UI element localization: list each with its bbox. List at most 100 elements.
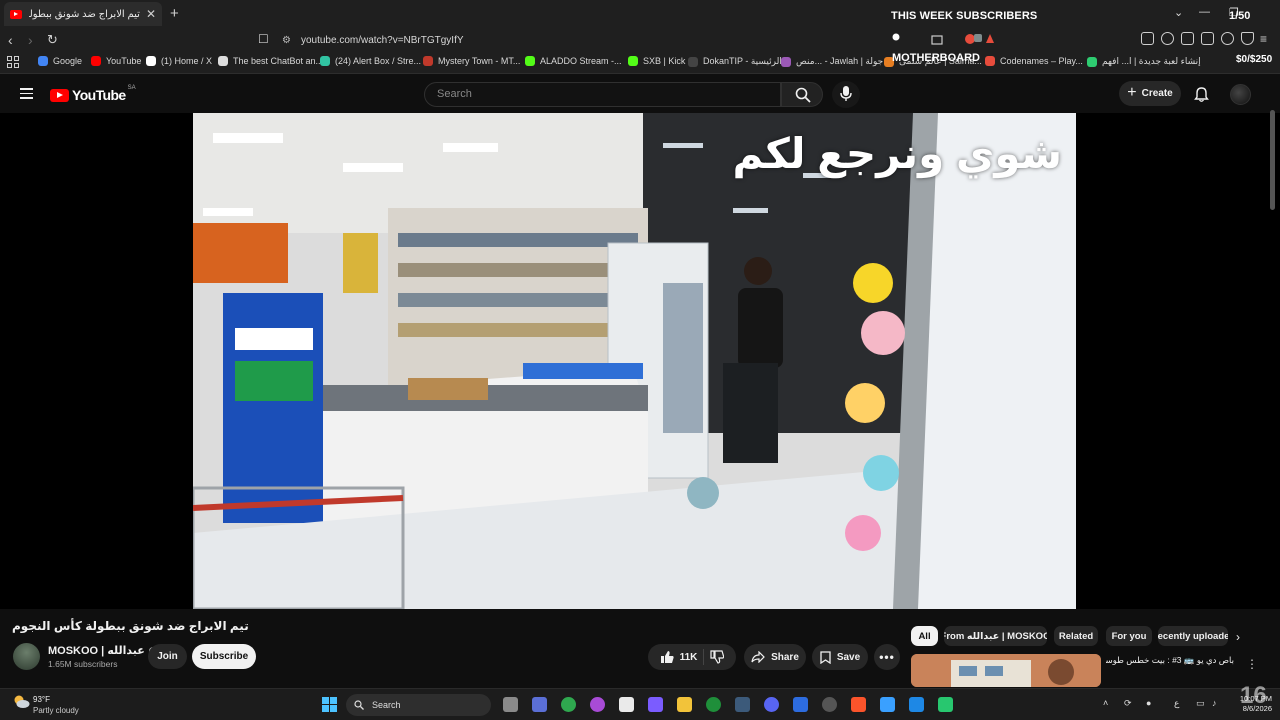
bookmark-icon[interactable]: ☐: [258, 32, 269, 46]
bookmark-item[interactable]: منص... - Jawlah | جولة: [781, 56, 883, 67]
like-dislike-group: 11K: [648, 644, 736, 670]
bookmark-favicon-icon: [628, 56, 638, 66]
bookmark-label: The best ChatBot an...: [233, 56, 324, 66]
bookmark-favicon-icon: [525, 56, 535, 66]
bookmark-item[interactable]: ALADDO Stream -...: [525, 56, 622, 66]
thumbnail-image: [911, 654, 1101, 687]
browser-tab-active[interactable]: تيم الابراج ضد شونق ببطولة كأس ✕: [4, 2, 162, 26]
task-view-icon[interactable]: [503, 697, 518, 712]
create-button[interactable]: + Create: [1119, 81, 1181, 106]
chip-1[interactable]: From عبدالله | MOSKOO: [944, 626, 1047, 646]
new-tab-button[interactable]: +: [170, 5, 179, 22]
like-button[interactable]: 11K: [660, 650, 697, 664]
channel-name-text: MOSKOO | عبدالله: [48, 645, 145, 657]
github-desktop-icon[interactable]: [822, 697, 837, 712]
address-bar[interactable]: ⚙ youtube.com/watch?v=NBrTGTgyIfY: [282, 30, 882, 50]
streamlabs-icon[interactable]: [938, 697, 953, 712]
partly-cloudy-icon[interactable]: [12, 694, 30, 709]
search-icon: [795, 87, 811, 103]
tray-mic-icon[interactable]: ●: [1146, 698, 1151, 708]
chip-2[interactable]: Related: [1054, 626, 1098, 646]
create-label: Create: [1141, 88, 1173, 99]
subscribe-button[interactable]: Subscribe: [192, 644, 256, 669]
chip-0[interactable]: All: [911, 626, 938, 646]
bookmark-item[interactable]: (24) Alert Box / Stre...: [320, 56, 421, 66]
file-explorer-icon[interactable]: [677, 697, 692, 712]
more-horizontal-icon: •••: [879, 650, 895, 664]
bookmark-item[interactable]: SXB | Kick: [628, 56, 685, 66]
more-actions-button[interactable]: •••: [874, 644, 900, 670]
snipping-tool-icon[interactable]: [909, 697, 924, 712]
show-hidden-icons-chevron-icon[interactable]: ˄: [1103, 698, 1108, 708]
dislike-button[interactable]: [710, 650, 725, 664]
close-tab-icon[interactable]: ✕: [146, 7, 156, 21]
tray-sync-icon[interactable]: ⟳: [1124, 698, 1132, 709]
notifications-bell-icon[interactable]: [1194, 87, 1209, 102]
youtube-header: YouTube SA Search + Create: [0, 75, 1280, 113]
forward-button[interactable]: ›: [28, 32, 33, 48]
save-button[interactable]: Save: [812, 644, 868, 670]
channel-name[interactable]: MOSKOO | عبدالله ✓: [48, 644, 157, 657]
store-icon[interactable]: [619, 697, 634, 712]
bookmark-item[interactable]: Google: [38, 56, 82, 66]
steam-icon[interactable]: [735, 697, 750, 712]
start-windows-icon[interactable]: [322, 697, 337, 712]
video-player[interactable]: شوي ونرجع لكم: [0, 113, 1280, 609]
bookmark-item[interactable]: (1) Home / X: [146, 56, 212, 66]
recommended-video-thumbnail[interactable]: [911, 654, 1101, 687]
bookmark-favicon-icon: [218, 56, 228, 66]
recommended-video-title[interactable]: باص دي يو 🚌 3# : بيت خطس طوسا: [1106, 655, 1234, 666]
account-avatar[interactable]: [1230, 84, 1251, 105]
bookmark-label: منص... - Jawlah | جولة: [796, 56, 884, 66]
app-remote-icon[interactable]: [532, 697, 547, 712]
bookmark-item[interactable]: DokanTIP - الرئيسية: [688, 56, 782, 67]
overlay-icons: [892, 33, 994, 45]
discord-icon[interactable]: [764, 697, 779, 712]
search-input[interactable]: Search: [424, 82, 781, 107]
bookmark-item[interactable]: YouTube: [91, 56, 141, 66]
bookmark-label: YouTube: [106, 56, 142, 66]
search-placeholder: Search: [437, 88, 472, 100]
volume-icon[interactable]: ♪: [1212, 698, 1217, 708]
weather-condition: Partly cloudy: [33, 706, 79, 715]
video-frame[interactable]: شوي ونرجع لكم: [193, 113, 1076, 609]
search-button[interactable]: [781, 82, 823, 107]
bookmark-item[interactable]: Mystery Town - MT...: [423, 56, 520, 66]
obs-icon[interactable]: [590, 697, 605, 712]
gamepad-app-icon[interactable]: [648, 697, 663, 712]
grid-app-icon[interactable]: [793, 697, 808, 712]
save-bookmark-icon: [820, 650, 831, 664]
chips-next-arrow-icon[interactable]: ›: [1236, 630, 1240, 644]
brave-browser-icon[interactable]: [851, 697, 866, 712]
recommended-more-icon[interactable]: ⋮: [1246, 657, 1258, 671]
youtube-logo[interactable]: YouTube SA: [50, 85, 136, 103]
input-language[interactable]: ع: [1174, 698, 1179, 709]
xbox-icon[interactable]: [706, 697, 721, 712]
xbox-bar-icon[interactable]: [561, 697, 576, 712]
taskbar-search-label: Search: [372, 700, 401, 710]
join-button[interactable]: Join: [148, 644, 187, 669]
reload-button[interactable]: ↻: [47, 32, 58, 48]
share-button[interactable]: Share: [744, 644, 806, 670]
site-info-icon[interactable]: ⚙: [282, 35, 291, 46]
bookmark-label: (1) Home / X: [161, 56, 213, 66]
apps-grid-icon[interactable]: [7, 56, 19, 68]
notepad-icon[interactable]: [880, 697, 895, 712]
chip-4[interactable]: Recently uploaded: [1158, 626, 1228, 646]
bookmark-favicon-icon: [781, 56, 791, 67]
overlay-subscriber-count: 1/50: [1229, 10, 1251, 22]
bookmark-label: SXB | Kick: [643, 56, 686, 66]
like-divider: [703, 649, 705, 665]
back-button[interactable]: ‹: [8, 32, 13, 48]
channel-avatar[interactable]: [13, 643, 40, 670]
page-scrollbar[interactable]: [1270, 110, 1275, 210]
guide-menu-icon[interactable]: [20, 88, 33, 99]
network-icon[interactable]: ▭: [1196, 698, 1205, 709]
tab-title: تيم الابراج ضد شونق ببطولة كأس: [29, 8, 140, 20]
bookmark-item[interactable]: The best ChatBot an...: [218, 56, 323, 66]
voice-search-button[interactable]: [832, 81, 860, 108]
save-label: Save: [836, 651, 861, 663]
taskbar-search[interactable]: Search: [346, 694, 491, 716]
chip-3[interactable]: For you: [1106, 626, 1152, 646]
video-title: تيم الابراج ضد شونق ببطولة كأس النجوم: [12, 619, 249, 633]
